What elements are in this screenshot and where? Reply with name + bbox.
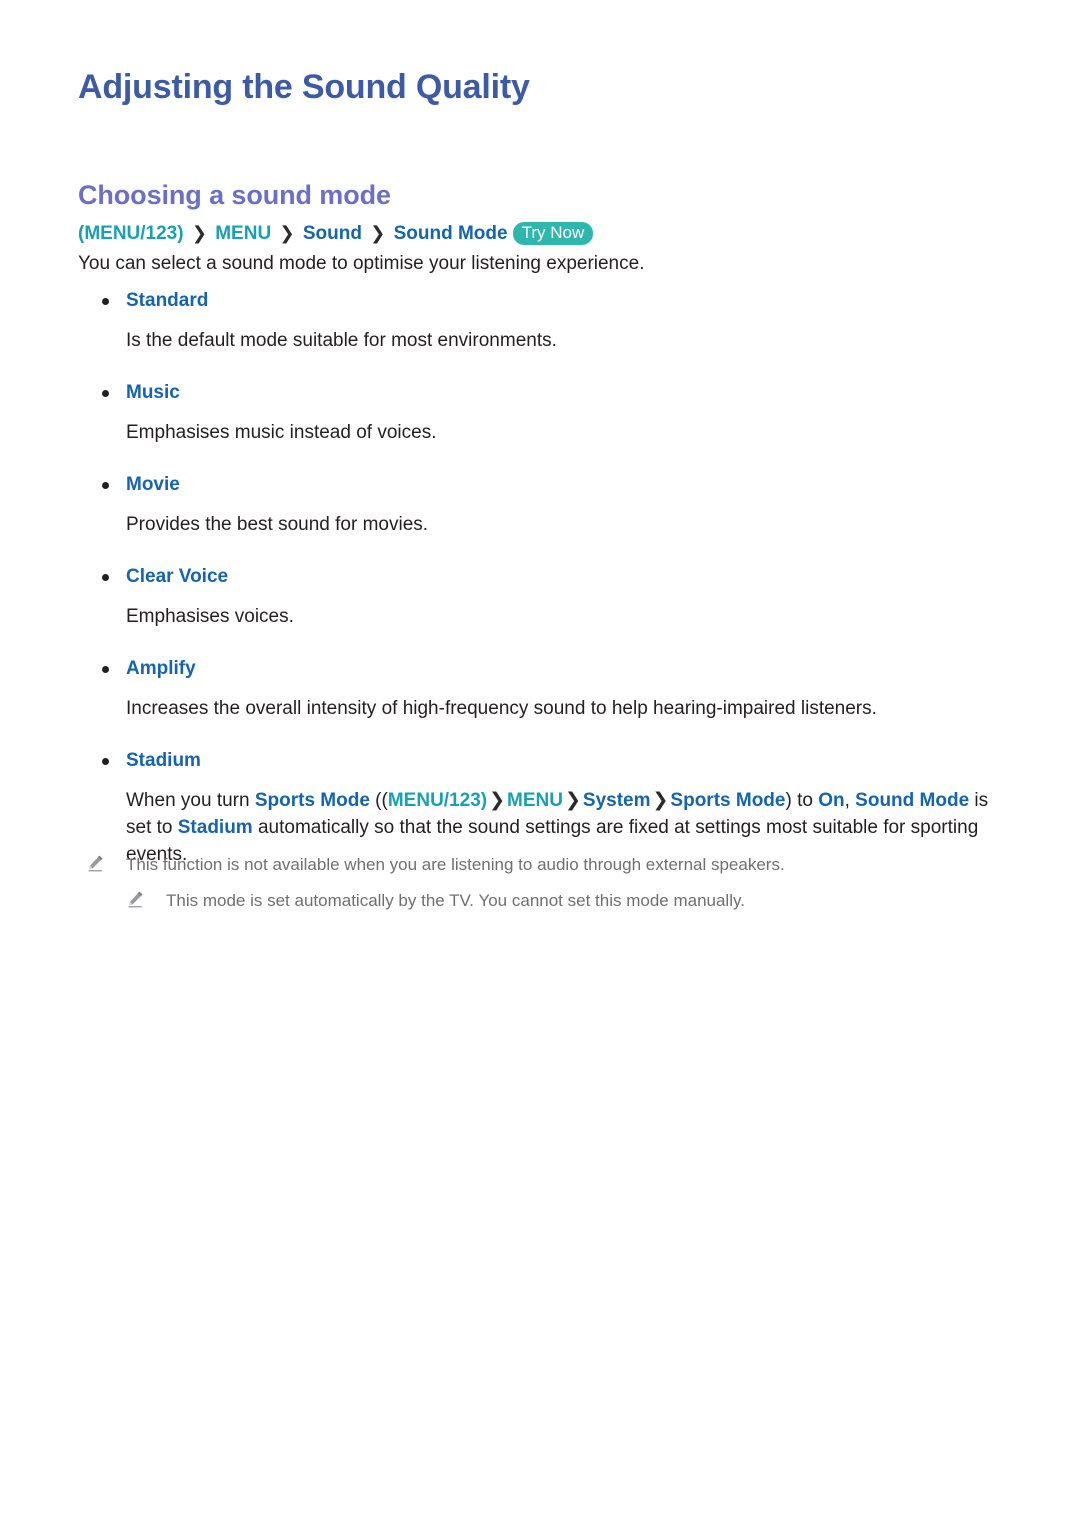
pencil-icon — [86, 854, 104, 872]
chevron-right-icon: ❯ — [489, 790, 506, 811]
breadcrumb: (MENU/123) ❯ MENU ❯ Sound ❯ Sound Mode Tr… — [78, 220, 594, 247]
chevron-right-icon: ❯ — [191, 223, 207, 243]
list-item: Amplify Increases the overall intensity … — [78, 656, 1002, 722]
bullet-icon — [102, 482, 109, 489]
breadcrumb-item-menu123[interactable]: MENU/123 — [84, 223, 177, 244]
chevron-right-icon: ❯ — [564, 790, 581, 811]
stadium-text-part2: (( — [369, 790, 388, 811]
page-title: Adjusting the Sound Quality — [78, 68, 530, 106]
list-item: Clear Voice Emphasises voices. — [78, 564, 1002, 630]
sound-mode-label: Clear Voice — [126, 566, 229, 587]
pencil-icon — [126, 890, 144, 908]
sound-mode-name: Standard — [78, 288, 1002, 314]
sound-mode-name: Music — [78, 380, 1002, 406]
note-external-speakers: This function is not available when you … — [78, 852, 1026, 877]
sound-mode-description: Emphasises music instead of voices. — [126, 422, 437, 443]
list-item: Movie Provides the best sound for movies… — [78, 472, 1002, 538]
sound-mode-label: Amplify — [126, 658, 196, 679]
link-menu[interactable]: MENU — [507, 790, 563, 811]
breadcrumb-item-sound[interactable]: Sound — [303, 223, 362, 244]
chevron-right-icon: ❯ — [652, 790, 669, 811]
stadium-text-part1: When you turn — [126, 790, 255, 811]
sound-mode-description: Provides the best sound for movies. — [126, 514, 429, 535]
sound-mode-label: Music — [126, 382, 180, 403]
note-text: This function is not available when you … — [126, 855, 785, 874]
try-now-badge[interactable]: Try Now — [512, 222, 594, 245]
list-item: Music Emphasises music instead of voices… — [78, 380, 1002, 446]
link-on[interactable]: On — [818, 790, 844, 811]
link-sports-mode-2[interactable]: Sports Mode — [670, 790, 785, 811]
breadcrumb-item-menu[interactable]: MENU — [215, 223, 271, 244]
sound-mode-label: Stadium — [126, 750, 201, 771]
bullet-icon — [102, 390, 109, 397]
sound-mode-name: Stadium — [78, 748, 1002, 774]
section-title: Choosing a sound mode — [78, 180, 391, 210]
bullet-icon — [102, 298, 109, 305]
link-sports-mode[interactable]: Sports Mode — [255, 790, 370, 811]
sound-mode-label: Movie — [126, 474, 180, 495]
sound-mode-name: Movie — [78, 472, 1002, 498]
sound-mode-name: Clear Voice — [78, 564, 1002, 590]
chevron-right-icon: ❯ — [370, 223, 386, 243]
sound-mode-description: Is the default mode suitable for most en… — [126, 330, 557, 351]
bullet-icon — [102, 758, 109, 765]
link-system[interactable]: System — [583, 790, 651, 811]
sound-mode-name: Amplify — [78, 656, 1002, 682]
sound-mode-description: Emphasises voices. — [126, 606, 294, 627]
list-item: Stadium When you turn Sports Mode ((MENU… — [78, 748, 1002, 913]
stadium-text-part4: ) to — [785, 790, 819, 811]
note-stadium: This mode is set automatically by the TV… — [78, 888, 1002, 913]
note-text: This mode is set automatically by the TV… — [166, 891, 745, 910]
breadcrumb-item-sound-mode[interactable]: Sound Mode — [394, 223, 508, 244]
sound-mode-description: Increases the overall intensity of high-… — [126, 698, 877, 719]
intro-text: You can select a sound mode to optimise … — [78, 253, 645, 274]
breadcrumb-close-paren: ) — [177, 223, 184, 244]
link-sound-mode[interactable]: Sound Mode — [855, 790, 969, 811]
list-item: Standard Is the default mode suitable fo… — [78, 288, 1002, 354]
sound-mode-label: Standard — [126, 290, 209, 311]
chevron-right-icon: ❯ — [279, 223, 295, 243]
stadium-text-part5: , — [844, 790, 856, 811]
bullet-icon — [102, 574, 109, 581]
document-page: Adjusting the Sound Quality Choosing a s… — [0, 0, 1080, 1527]
link-menu123[interactable]: MENU/123 — [388, 790, 481, 811]
sound-mode-list: Standard Is the default mode suitable fo… — [78, 288, 1002, 913]
link-stadium[interactable]: Stadium — [178, 817, 253, 838]
bullet-icon — [102, 666, 109, 673]
